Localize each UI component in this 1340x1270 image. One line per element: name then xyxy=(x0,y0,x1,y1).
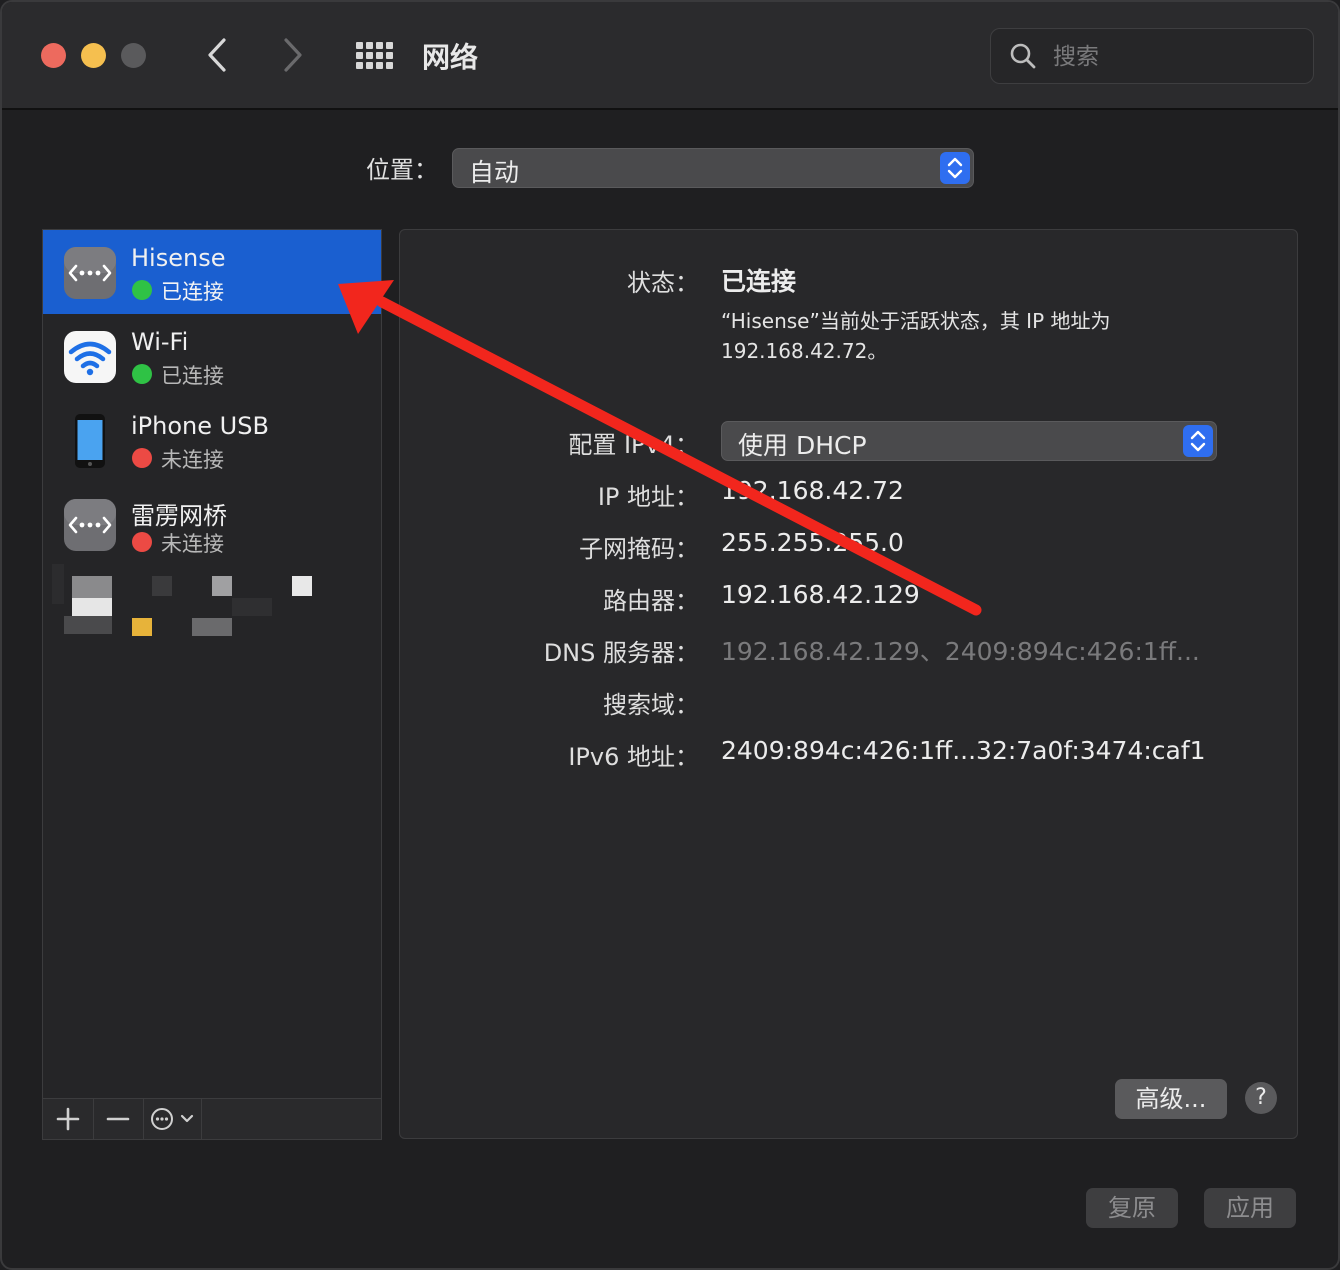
title-bar: 网络 xyxy=(2,2,1338,110)
apply-button[interactable]: 应用 xyxy=(1204,1188,1296,1228)
ipv6-address-value: 2409:894c:426:1ff...32:7a0f:3474:caf1 xyxy=(721,736,1206,765)
service-list: Hisense 已连接 Wi-Fi 已连接 iPhone USB 未连接 雷雳网… xyxy=(42,229,382,1099)
service-status: 未连接 xyxy=(161,532,224,556)
subnet-mask-label: 子网掩码： xyxy=(579,535,699,563)
config-ipv4-label: 配置 IPv4： xyxy=(568,431,699,459)
service-list-toolbar xyxy=(42,1098,382,1140)
pixelated-service-item[interactable] xyxy=(52,564,362,644)
status-description: “Hisense”当前处于活跃状态，其 IP 地址为 192.168.42.72… xyxy=(721,309,1111,363)
status-value: 已连接 xyxy=(721,267,797,296)
iphone-icon xyxy=(75,414,105,468)
chevron-right-icon xyxy=(284,38,302,72)
status-dot xyxy=(132,448,152,468)
location-label: 位置： xyxy=(366,156,438,184)
dns-server-value: 192.168.42.129、2409:894c:426:1ff... xyxy=(721,637,1200,666)
close-window-button[interactable] xyxy=(41,43,66,68)
remove-service-button[interactable] xyxy=(93,1099,144,1139)
service-status: 已连接 xyxy=(161,364,224,388)
location-select[interactable]: 自动 xyxy=(452,148,974,188)
config-ipv4-select[interactable]: 使用 DHCP xyxy=(721,421,1217,461)
ellipsis-circle-chevron-icon xyxy=(151,1108,194,1130)
service-item-hisense[interactable]: Hisense 已连接 xyxy=(43,230,381,314)
service-name: Wi-Fi xyxy=(131,328,189,356)
zoom-window-button[interactable] xyxy=(121,43,146,68)
status-dot xyxy=(132,280,152,300)
search-icon xyxy=(1010,43,1036,69)
wifi-icon xyxy=(64,331,116,383)
minimize-window-button[interactable] xyxy=(81,43,106,68)
service-name: Hisense xyxy=(131,244,226,272)
help-button[interactable]: ? xyxy=(1245,1082,1277,1114)
service-name: iPhone USB xyxy=(131,412,269,440)
router-value: 192.168.42.129 xyxy=(721,580,920,609)
config-ipv4-value: 使用 DHCP xyxy=(738,431,867,460)
revert-button[interactable]: 复原 xyxy=(1086,1188,1178,1228)
show-all-grid-button[interactable] xyxy=(354,40,394,72)
minus-icon xyxy=(106,1117,130,1121)
ethernet-icon xyxy=(64,499,116,551)
service-item-wifi[interactable]: Wi-Fi 已连接 xyxy=(43,314,381,398)
plus-icon xyxy=(56,1107,80,1131)
updown-chevron-icon xyxy=(1183,425,1213,457)
service-actions-menu[interactable] xyxy=(143,1099,202,1139)
status-dot xyxy=(132,532,152,552)
back-button[interactable] xyxy=(198,32,238,78)
ethernet-icon xyxy=(64,247,116,299)
subnet-mask-value: 255.255.255.0 xyxy=(721,528,904,557)
service-item-thunderbolt-bridge[interactable]: 雷雳网桥 未连接 xyxy=(43,482,381,566)
advanced-button[interactable]: 高级... xyxy=(1115,1079,1227,1119)
forward-button[interactable] xyxy=(272,32,312,78)
ipv6-address-label: IPv6 地址： xyxy=(568,743,699,771)
add-service-button[interactable] xyxy=(43,1099,94,1139)
search-input[interactable] xyxy=(1051,40,1295,74)
service-item-iphone-usb[interactable]: iPhone USB 未连接 xyxy=(43,398,381,482)
chevron-left-icon xyxy=(208,38,226,72)
router-label: 路由器： xyxy=(603,587,699,615)
service-status: 未连接 xyxy=(161,448,224,472)
location-value: 自动 xyxy=(469,158,520,187)
status-dot xyxy=(132,364,152,384)
service-detail-panel: 状态： 配置 IPv4： IP 地址： 子网掩码： 路由器： DNS 服务器： … xyxy=(399,229,1298,1139)
service-name: 雷雳网桥 xyxy=(131,502,227,530)
window-title: 网络 xyxy=(422,41,479,74)
ip-address-label: IP 地址： xyxy=(597,483,699,511)
status-label: 状态： xyxy=(627,269,699,297)
network-preferences-window: 网络 位置： 自动 Hisense 已连接 xyxy=(0,0,1340,1270)
updown-chevron-icon xyxy=(940,152,970,184)
ip-address-value: 192.168.42.72 xyxy=(721,476,904,505)
service-status: 已连接 xyxy=(161,280,224,304)
search-domain-label: 搜索域： xyxy=(603,691,699,719)
search-field[interactable] xyxy=(990,28,1314,84)
dns-server-label: DNS 服务器： xyxy=(543,639,699,667)
